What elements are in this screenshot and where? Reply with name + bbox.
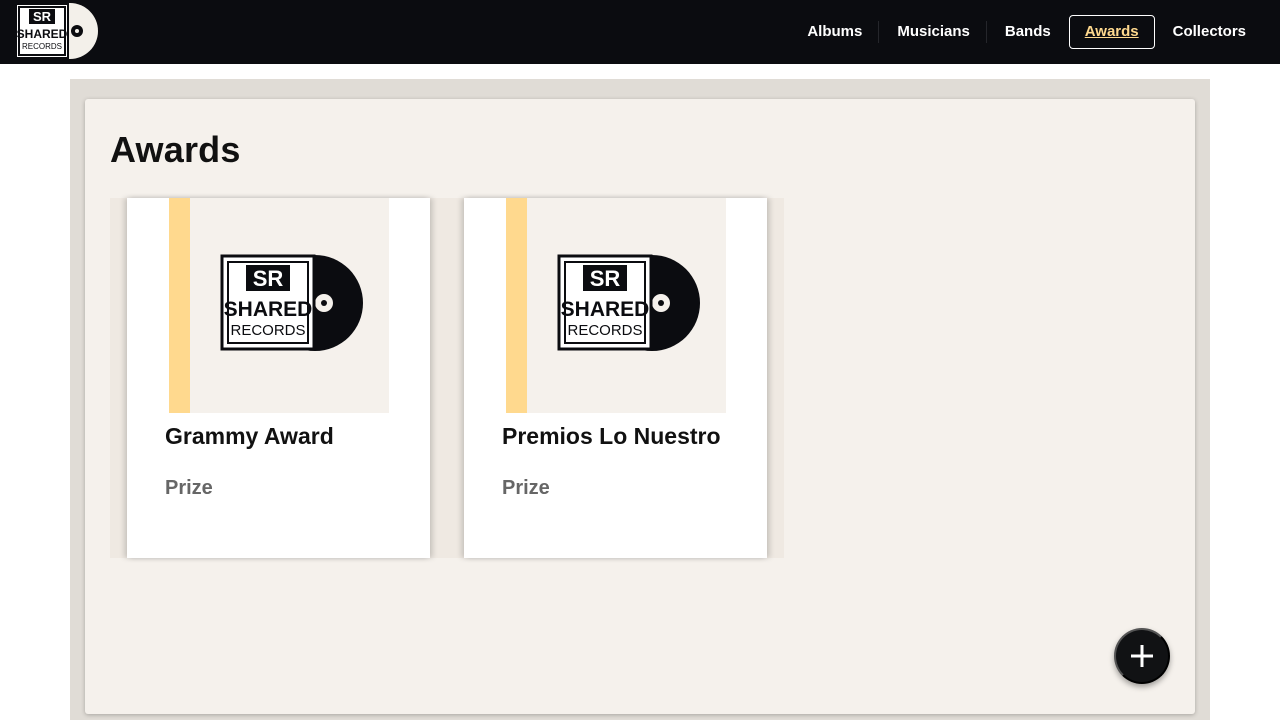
- nav-collectors[interactable]: Collectors: [1157, 15, 1262, 49]
- top-navbar: SR SHARED RECORDS Albums Musicians Bands…: [0, 0, 1280, 64]
- svg-text:RECORDS: RECORDS: [230, 322, 305, 339]
- award-image: SR SHARED RECORDS: [506, 198, 726, 413]
- nav-bands[interactable]: Bands: [989, 15, 1067, 49]
- award-type: Prize: [502, 477, 550, 499]
- record-logo-icon: SR SHARED RECORDS: [557, 254, 700, 351]
- svg-text:SR: SR: [253, 266, 284, 291]
- svg-text:SHARED: SHARED: [561, 298, 650, 321]
- nav-divider: [985, 21, 987, 43]
- award-card[interactable]: SR SHARED RECORDS Grammy Award Prize: [127, 198, 430, 558]
- record-logo-icon: SR SHARED RECORDS: [220, 254, 363, 351]
- nav-awards[interactable]: Awards: [1068, 15, 1155, 49]
- add-award-button[interactable]: [1114, 628, 1170, 684]
- main-nav: Albums Musicians Bands Awards Collectors: [789, 15, 1262, 49]
- award-name: Grammy Award: [165, 423, 334, 449]
- brand-logo[interactable]: SR SHARED RECORDS: [15, 2, 99, 60]
- award-card[interactable]: SR SHARED RECORDS Premios Lo Nuestro Pri…: [464, 198, 767, 558]
- award-card-slot: SR SHARED RECORDS Grammy Award Prize: [110, 198, 447, 558]
- record-logo-icon: SR SHARED RECORDS: [15, 3, 98, 59]
- page-title: Awards: [110, 129, 241, 170]
- svg-text:SHARED: SHARED: [224, 298, 313, 321]
- accent-bar: [169, 198, 190, 413]
- plus-icon: [1131, 645, 1153, 667]
- svg-text:RECORDS: RECORDS: [567, 322, 642, 339]
- awards-panel: Awards SR SHARED RECORDS Grammy Award Pr…: [85, 99, 1195, 714]
- nav-albums[interactable]: Albums: [791, 15, 878, 49]
- svg-text:SR: SR: [33, 9, 52, 24]
- nav-divider: [878, 21, 880, 43]
- nav-musicians[interactable]: Musicians: [881, 15, 986, 49]
- award-image: SR SHARED RECORDS: [169, 198, 389, 413]
- award-card-slot: SR SHARED RECORDS Premios Lo Nuestro Pri…: [447, 198, 784, 558]
- main-container: Awards SR SHARED RECORDS Grammy Award Pr…: [70, 79, 1210, 720]
- award-name: Premios Lo Nuestro: [502, 423, 721, 449]
- accent-bar: [506, 198, 527, 413]
- svg-text:SHARED: SHARED: [17, 27, 68, 41]
- svg-text:SR: SR: [590, 266, 621, 291]
- award-type: Prize: [165, 477, 213, 499]
- svg-text:RECORDS: RECORDS: [22, 42, 62, 51]
